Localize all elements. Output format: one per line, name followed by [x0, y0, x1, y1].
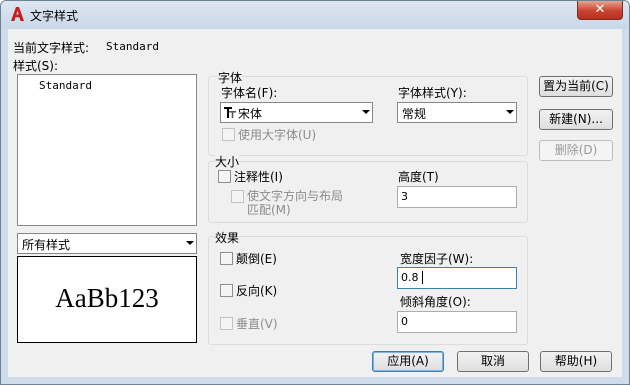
cancel-button[interactable]: 取消: [457, 351, 529, 372]
title-bar[interactable]: 文字样式 ✕: [1, 1, 629, 29]
current-style-label: 当前文字样式:: [13, 41, 90, 55]
backwards-checkbox[interactable]: [220, 284, 233, 297]
font-style-label: 字体样式(Y):: [398, 86, 467, 100]
font-name-label: 字体名(F):: [221, 86, 278, 100]
new-style-button[interactable]: 新建(N)...: [539, 109, 613, 130]
text-style-dialog: 文字样式 ✕ 当前文字样式: Standard 样式(S): Standard …: [0, 0, 630, 385]
use-big-font-checkbox[interactable]: [222, 128, 235, 141]
text-caret: [422, 271, 423, 284]
height-label: 高度(T): [398, 170, 439, 184]
font-name-value: 宋体: [238, 107, 263, 121]
width-factor-input[interactable]: 0.8: [397, 267, 517, 289]
upside-down-label: 颠倒(E): [236, 252, 277, 266]
preview-box: AaBb123: [17, 256, 197, 343]
width-factor-label: 宽度因子(W):: [400, 252, 474, 266]
upside-down-checkbox[interactable]: [220, 252, 233, 265]
help-button[interactable]: 帮助(H): [540, 351, 612, 372]
chevron-down-icon: [362, 110, 370, 114]
delete-style-button[interactable]: 删除(D): [539, 140, 613, 161]
styles-list-item-standard[interactable]: Standard: [39, 79, 92, 92]
apply-button[interactable]: 应用(A): [372, 351, 444, 372]
style-filter-select[interactable]: 所有样式: [17, 233, 197, 254]
effects-group-title: 效果: [215, 229, 240, 246]
annotative-checkbox[interactable]: [218, 170, 231, 183]
dialog-client: 当前文字样式: Standard 样式(S): Standard 所有样式 Aa…: [8, 29, 622, 377]
match-orientation-checkbox[interactable]: [231, 190, 244, 203]
chevron-down-icon: [506, 110, 514, 114]
preview-text: AaBb123: [55, 283, 159, 313]
backwards-label: 反向(K): [236, 284, 278, 298]
style-filter-value: 所有样式: [22, 238, 71, 252]
width-factor-value: 0.8: [401, 271, 419, 284]
close-button[interactable]: ✕: [577, 1, 623, 20]
chevron-down-icon: [186, 241, 194, 245]
autocad-app-icon: [11, 7, 24, 21]
font-name-select[interactable]: 宋体: [220, 102, 373, 123]
vertical-checkbox[interactable]: [220, 317, 233, 330]
font-style-value: 常规: [402, 107, 427, 121]
close-icon: ✕: [594, 2, 606, 17]
use-big-font-label: 使用大字体(U): [238, 128, 317, 142]
height-input[interactable]: 3: [397, 186, 517, 208]
truetype-font-icon: [224, 107, 236, 118]
oblique-angle-input[interactable]: 0: [397, 311, 517, 333]
set-current-button[interactable]: 置为当前(C): [539, 76, 613, 97]
height-value: 3: [401, 190, 408, 203]
vertical-label: 垂直(V): [236, 317, 278, 331]
annotative-label: 注释性(I): [234, 170, 283, 184]
oblique-angle-value: 0: [401, 315, 408, 328]
styles-label: 样式(S):: [13, 59, 59, 73]
match-orientation-label-line2: 匹配(M): [247, 203, 291, 217]
current-style-value: Standard: [106, 40, 159, 53]
window-title: 文字样式: [30, 9, 79, 23]
oblique-angle-label: 倾斜角度(O):: [400, 295, 471, 309]
styles-listbox[interactable]: Standard: [17, 74, 197, 226]
font-style-select[interactable]: 常规: [397, 102, 517, 123]
